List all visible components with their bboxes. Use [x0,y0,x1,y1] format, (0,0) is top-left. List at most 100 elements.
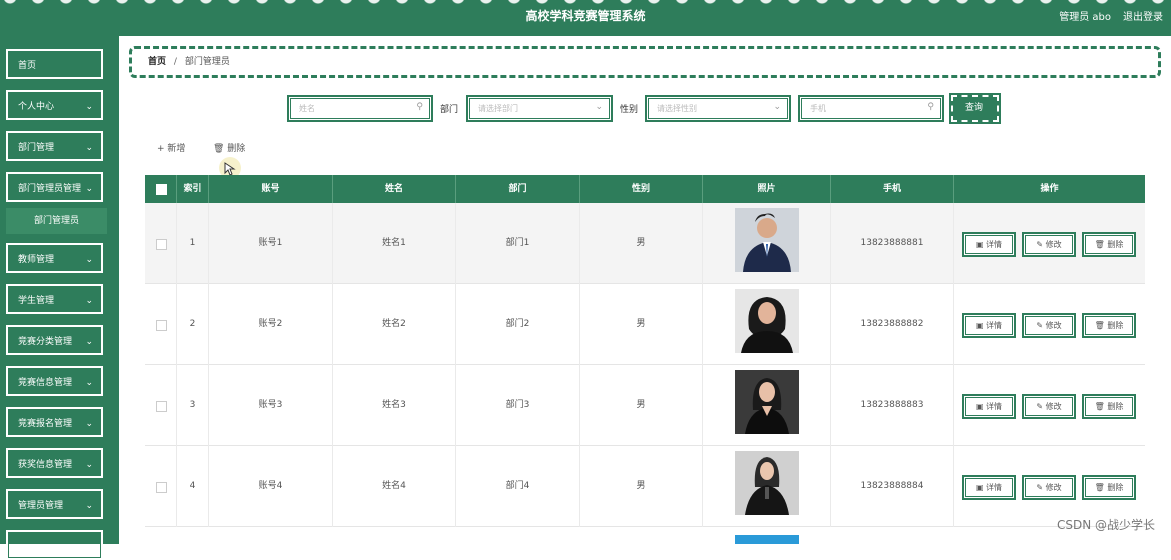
edit-button[interactable]: ✎ 修改 [1022,313,1076,338]
detail-button[interactable]: ▣ 详情 [962,313,1016,338]
dept-select[interactable]: 请选择部门 ⌄ [466,95,613,122]
logout-link[interactable]: 退出登录 [1123,8,1163,23]
cell-index: 4 [177,446,209,527]
cell-actions: ▣ 详情 ✎ 修改 🗑 删除 [954,446,1145,527]
sidebar-item-dept-management[interactable]: 部门管理 ⌄ [6,131,103,161]
delete-button[interactable]: 🗑 删除 [1082,313,1136,338]
phone-placeholder: 手机 [810,104,826,113]
sidebar-item-student-management[interactable]: 学生管理 ⌄ [6,284,103,314]
cell-dept: 部门2 [456,284,580,365]
watermark: CSDN @战少学长 [1056,518,1155,532]
cell-phone: 13823888884 [831,446,954,527]
col-header-phone: 手机 [831,175,954,203]
col-header-gender: 性别 [580,175,703,203]
sidebar-item-teacher-management[interactable]: 教师管理 ⌄ [6,243,103,273]
chevron-down-icon: ⌄ [85,102,93,112]
edit-button[interactable]: ✎ 修改 [1022,394,1076,419]
row-checkbox[interactable] [156,239,167,250]
user-photo [735,208,799,272]
sidebar-item-label: 教师管理 [18,255,55,265]
sidebar-item-admin-management[interactable]: 管理员管理 ⌄ [6,489,103,519]
sidebar-item-competition-category[interactable]: 竞赛分类管理 ⌄ [6,325,103,355]
cell-phone: 13823888882 [831,284,954,365]
sidebar-item-registration[interactable]: 竞赛报名管理 ⌄ [6,407,103,437]
sidebar: 首页 个人中心 ⌄ 部门管理 ⌄ 部门管理员管理 ⌄ 部门管理员 教师管理 ⌄ … [0,36,119,560]
cell-phone: 13823888881 [831,203,954,284]
sidebar-item-label: 学生管理 [18,296,55,306]
row-select-cell [145,446,177,527]
cell-phone: 13823888883 [831,365,954,446]
search-icon: ⚲ [416,102,423,112]
gender-select[interactable]: 请选择性别 ⌄ [645,95,791,122]
delete-button[interactable]: 🗑 删除 [1082,475,1136,500]
top-header: 高校学科竞赛管理系统 管理员 abo 退出登录 [0,0,1171,36]
gender-placeholder: 请选择性别 [657,104,697,113]
cell-gender: 男 [580,203,703,284]
col-header-name: 姓名 [333,175,456,203]
cell-dept: 部门4 [456,446,580,527]
detail-button[interactable]: ▣ 详情 [962,394,1016,419]
cell-actions: ▣ 详情 ✎ 修改 🗑 删除 [954,365,1145,446]
chevron-down-icon: ⌄ [85,255,93,265]
sidebar-item-awards[interactable]: 获奖信息管理 ⌄ [6,448,103,478]
row-select-cell [145,203,177,284]
select-all-cell [145,175,177,203]
sidebar-item-competition-info[interactable]: 竞赛信息管理 ⌄ [6,366,103,396]
sidebar-item-label: 部门管理员管理 [18,184,82,194]
sidebar-item-personal-center[interactable]: 个人中心 ⌄ [6,90,103,120]
cell-index: 3 [177,365,209,446]
dept-placeholder: 请选择部门 [478,104,518,113]
chevron-down-icon: ⌄ [85,337,93,347]
row-checkbox[interactable] [156,320,167,331]
cell-gender: 男 [580,446,703,527]
cell-account: 账号3 [209,365,333,446]
sidebar-item-partial[interactable] [6,530,103,560]
sidebar-item-dept-admin-management[interactable]: 部门管理员管理 ⌄ [6,172,103,202]
sidebar-item-home[interactable]: 首页 [6,49,103,79]
sidebar-subitem-dept-admin[interactable]: 部门管理员 [6,208,107,234]
delete-button[interactable]: 🗑 删除 [1082,394,1136,419]
app-title: 高校学科竞赛管理系统 [525,9,646,23]
breadcrumb: 首页 / 部门管理员 [129,46,1161,78]
breadcrumb-current: 部门管理员 [184,57,230,67]
chevron-down-icon: ⌄ [85,419,93,429]
chevron-down-icon: ⌄ [595,102,603,112]
name-search-input[interactable]: 姓名 ⚲ [287,95,433,122]
row-select-cell [145,284,177,365]
search-button[interactable]: 查询 [951,95,999,122]
current-user: 管理员 abo [1059,12,1111,23]
chevron-down-icon: ⌄ [85,143,93,153]
detail-button[interactable]: ▣ 详情 [962,232,1016,257]
add-button[interactable]: + 新增 [157,141,185,154]
breadcrumb-home[interactable]: 首页 [148,57,166,67]
mouse-cursor-icon [224,162,236,176]
chevron-down-icon: ⌄ [85,501,93,511]
row-checkbox[interactable] [156,401,167,412]
chevron-up-icon: ⌄ [85,184,93,194]
sidebar-item-label: 个人中心 [18,102,55,112]
cell-actions: ▣ 详情 ✎ 修改 🗑 删除 [954,203,1145,284]
cell-name: 姓名1 [333,203,456,284]
cell-gender: 男 [580,284,703,365]
table-row: 3 账号3 姓名3 部门3 男 13823888883 ▣ 详情 ✎ 修改 🗑 … [145,365,1145,446]
col-header-index: 索引 [177,175,209,203]
search-icon: ⚲ [927,102,934,112]
col-header-actions: 操作 [1040,184,1059,194]
sidebar-item-label: 竞赛信息管理 [18,378,73,388]
chevron-down-icon: ⌄ [85,378,93,388]
edit-button[interactable]: ✎ 修改 [1022,232,1076,257]
sidebar-item-label: 竞赛报名管理 [18,419,73,429]
row-select-cell [145,365,177,446]
cell-name: 姓名4 [333,446,456,527]
batch-delete-button[interactable]: 🗑 删除 [213,141,245,154]
row-checkbox[interactable] [156,482,167,493]
detail-button[interactable]: ▣ 详情 [962,475,1016,500]
sidebar-item-label: 部门管理 [18,143,55,153]
phone-search-input[interactable]: 手机 ⚲ [798,95,944,122]
user-photo [735,370,799,434]
gender-label: 性别 [620,105,639,115]
select-all-checkbox[interactable] [156,184,167,195]
delete-button[interactable]: 🗑 删除 [1082,232,1136,257]
edit-button[interactable]: ✎ 修改 [1022,475,1076,500]
breadcrumb-separator: / [173,57,177,67]
